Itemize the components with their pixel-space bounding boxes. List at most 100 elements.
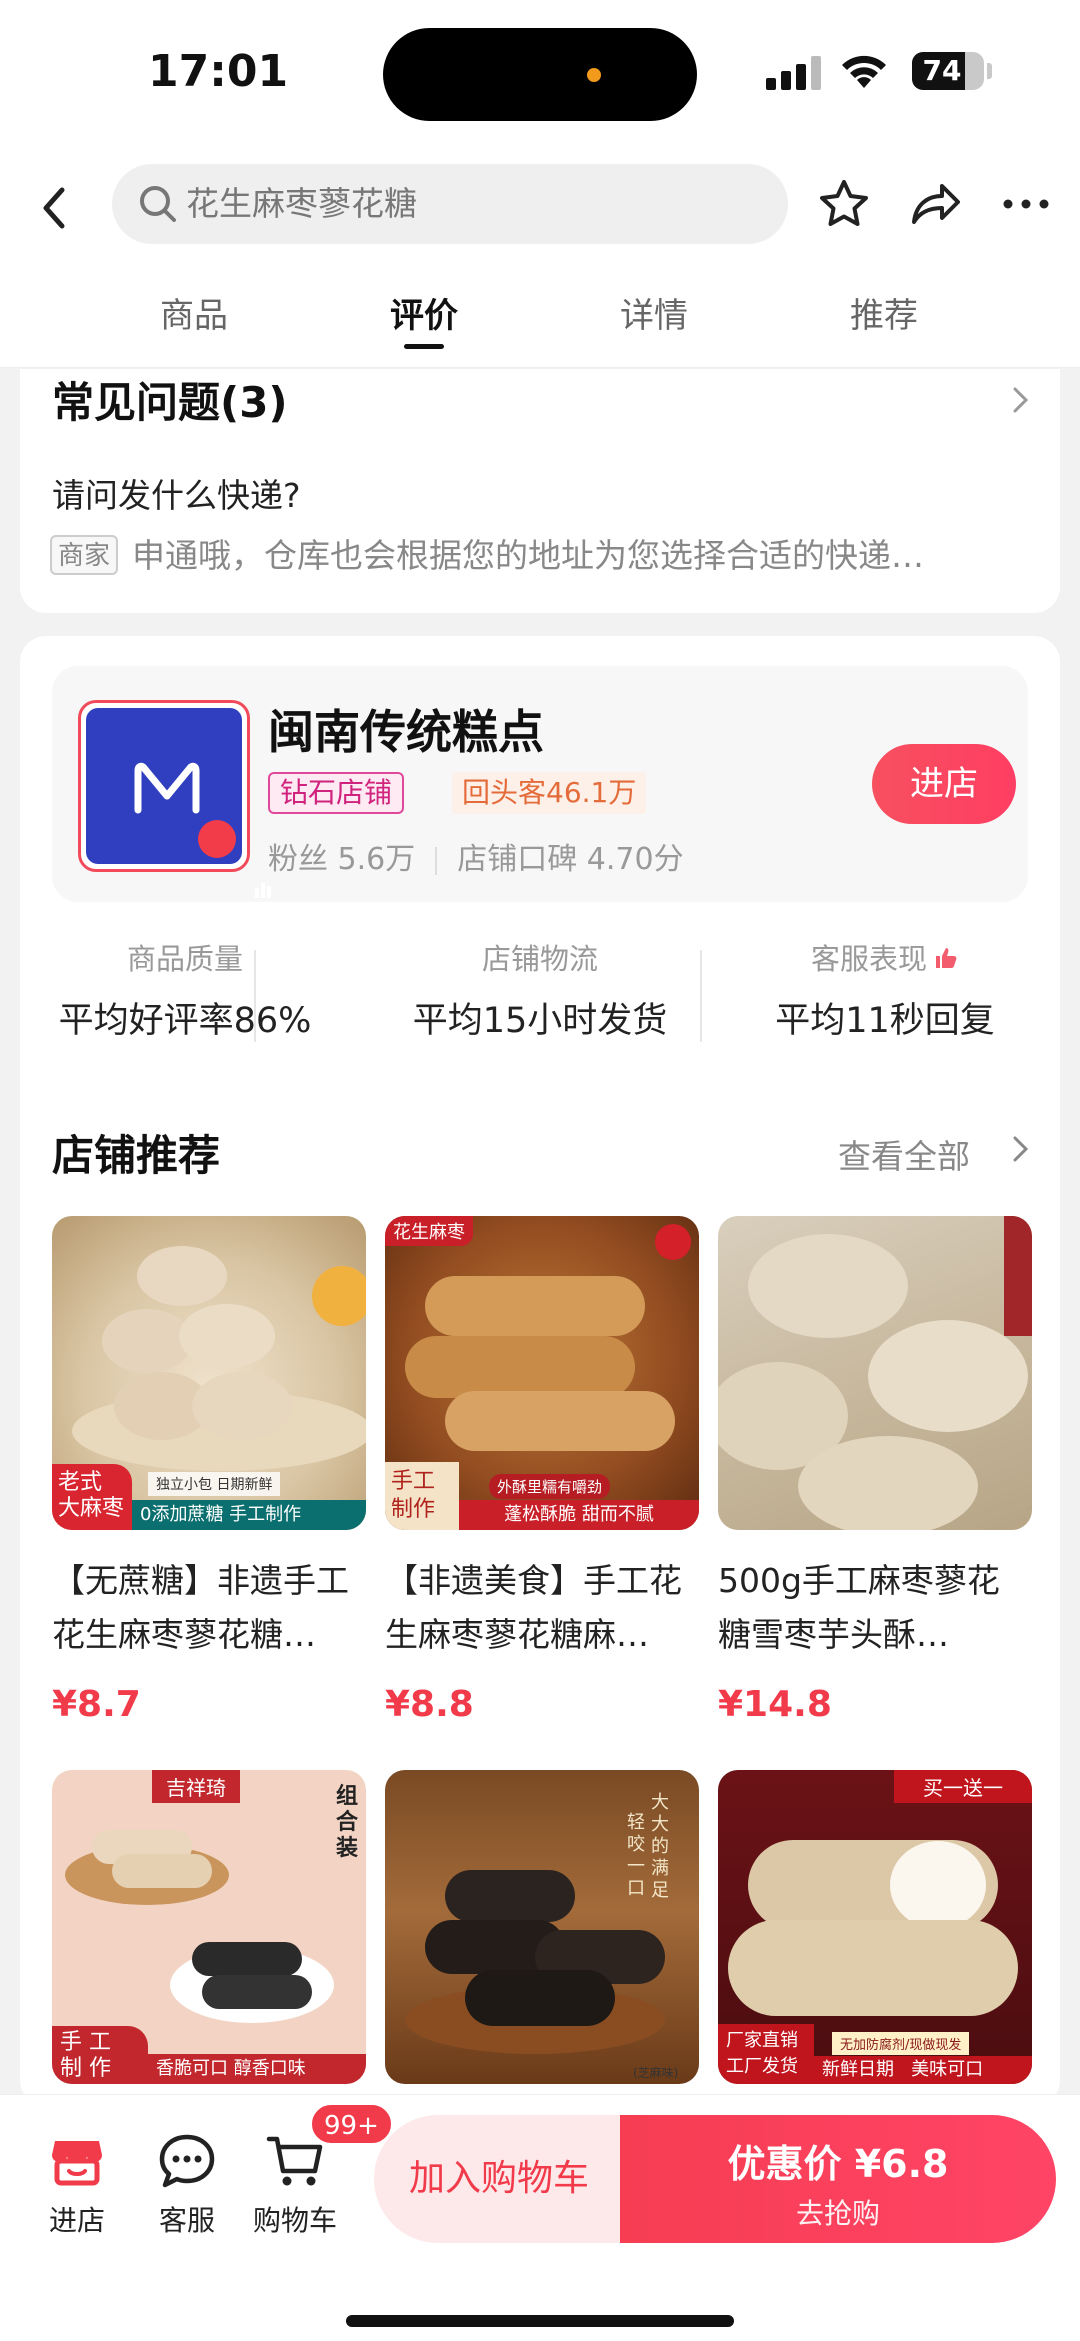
product-sticker: 组合装 xyxy=(336,1784,359,1861)
customer-service-button[interactable]: 客服 xyxy=(142,2131,232,2239)
shopping-cart-icon xyxy=(266,2136,323,2186)
stat-logistics: 店铺物流 平均15小时发货 xyxy=(375,936,705,1043)
store-logo[interactable] xyxy=(78,700,271,898)
battery-cap xyxy=(987,63,992,79)
chevron-right-icon xyxy=(1013,387,1029,413)
share-icon[interactable] xyxy=(906,176,962,232)
faq-question: 请问发什么快递? xyxy=(52,476,301,515)
diamond-store-badge: 钻石店铺 xyxy=(268,772,405,814)
recording-dot-icon xyxy=(587,68,601,82)
store-info[interactable]: 闽南传统糕点 钻石店铺 回头客46.1万 粉丝 5.6万 店铺口碑 4.70分 进… xyxy=(52,666,1028,902)
store-icon xyxy=(52,2141,102,2186)
shop-button[interactable]: 进店 xyxy=(32,2131,122,2239)
product-sticker: 花生麻枣 xyxy=(385,1216,473,1246)
stat-label: 客服表现 xyxy=(720,936,1050,978)
battery-icon: 74 xyxy=(912,52,984,90)
product-sticker: 独立小包 日期新鲜 xyxy=(148,1472,281,1496)
product-image: 老式 大麻枣 独立小包 日期新鲜 0添加蔗糖 手工制作 xyxy=(52,1216,366,1530)
store-recommend-title: 店铺推荐 xyxy=(52,1131,221,1180)
status-bar: 17:01 74 xyxy=(0,0,1080,150)
store-fans: 粉丝 5.6万 xyxy=(268,842,416,877)
product-header: 花生麻枣蓼花糖 商品 评价 详情 推荐 xyxy=(0,150,1080,368)
store-meta: 粉丝 5.6万 店铺口碑 4.70分 xyxy=(268,834,684,878)
more-options-icon[interactable] xyxy=(998,176,1054,232)
shop-label: 进店 xyxy=(48,2204,105,2237)
product-name: 【非遗美食】手工花生麻枣蓼花糖麻… xyxy=(385,1561,682,1654)
buy-now-button[interactable]: 优惠价 ¥6.8 去抢购 xyxy=(620,2115,1056,2243)
chat-bubble-icon xyxy=(159,2134,215,2188)
home-indicator xyxy=(346,2315,734,2327)
product-name: 500g手工麻枣蓼花糖雪枣芋头酥… xyxy=(718,1561,1000,1654)
product-sticker: 外酥里糯有嚼劲 xyxy=(489,1474,611,1499)
tab-recommend[interactable]: 推荐 xyxy=(784,288,984,337)
status-time: 17:01 xyxy=(148,46,289,97)
search-query: 花生麻枣蓼花糖 xyxy=(186,184,417,223)
faq-section[interactable]: 常见问题(3) 请问发什么快递? 商家 申通哦，仓库也会根据您的地址为您选择合适… xyxy=(20,369,1060,613)
chevron-right-icon xyxy=(1013,1136,1029,1162)
discount-price: 优惠价 ¥6.8 xyxy=(727,2142,949,2186)
stat-service: 客服表现 平均11秒回复 xyxy=(720,936,1050,1043)
search-icon xyxy=(140,186,176,222)
product-image: 买一送一 厂家直销 工厂发货 无加防腐剂/现做现发 新鲜日期 美味可口 xyxy=(718,1770,1032,2084)
bottom-action-bar: 进店 客服 购物车 99+ 加入购物车 优惠价 ¥6.8 去抢购 xyxy=(0,2094,1080,2341)
product-name: 【无蔗糖】非遗手工花生麻枣蓼花糖… xyxy=(52,1561,349,1654)
candy-illustration xyxy=(718,1216,1032,1530)
product-price: ¥14.8 xyxy=(718,1684,832,1725)
product-sticker: 手工 制作 xyxy=(385,1462,459,1530)
battery-level: 74 xyxy=(922,54,962,87)
stat-quality: 商品质量 平均好评率86% xyxy=(20,936,350,1043)
store-name: 闽南传统糕点 xyxy=(268,705,544,759)
product-sticker: 0添加蔗糖 手工制作 xyxy=(132,1500,366,1530)
stat-label: 店铺物流 xyxy=(481,942,598,976)
product-price: ¥8.7 xyxy=(52,1684,141,1725)
favorite-star-icon[interactable] xyxy=(816,176,872,232)
product-image: 大大的满足 轻咬一口 (芝麻味) xyxy=(385,1770,699,2084)
product-card[interactable]: 500g手工麻枣蓼花糖雪枣芋头酥… ¥14.8 xyxy=(718,1216,1032,1725)
stat-value: 平均11秒回复 xyxy=(775,1001,995,1041)
section-tabs: 商品 评价 详情 推荐 xyxy=(0,270,1080,368)
add-to-cart-button[interactable]: 加入购物车 xyxy=(374,2115,624,2243)
stat-divider xyxy=(254,950,256,1042)
store-logo-image xyxy=(86,708,271,898)
back-icon[interactable] xyxy=(30,178,80,238)
product-sticker: 香脆可口 醇香口味 xyxy=(148,2054,366,2084)
stat-value: 平均15小时发货 xyxy=(412,1001,668,1041)
store-card: 闽南传统糕点 钻石店铺 回头客46.1万 粉丝 5.6万 店铺口碑 4.70分 进… xyxy=(20,636,1060,2106)
dynamic-island xyxy=(383,28,697,121)
product-price: ¥8.8 xyxy=(385,1684,474,1725)
product-sticker: 手 工制 作 xyxy=(52,2026,148,2084)
product-sticker: 轻咬一口 xyxy=(627,1812,645,1899)
meta-divider xyxy=(435,846,438,875)
stat-label: 商品质量 xyxy=(126,942,243,976)
active-tab-indicator xyxy=(404,344,444,349)
service-label: 客服 xyxy=(158,2204,215,2237)
cart-label: 购物车 xyxy=(252,2204,337,2237)
enter-store-button[interactable]: 进店 xyxy=(872,744,1016,824)
store-stats: 商品质量 平均好评率86% 店铺物流 平均15小时发货 客服表现 平均11秒回复 xyxy=(20,936,1060,1056)
buy-now-label: 去抢购 xyxy=(795,2197,880,2230)
search-bar[interactable]: 花生麻枣蓼花糖 xyxy=(112,164,788,244)
product-sticker: 厂家直销 工厂发货 xyxy=(718,2024,814,2084)
cellular-signal-icon xyxy=(766,56,821,90)
cart-button[interactable]: 购物车 xyxy=(250,2131,340,2239)
product-card[interactable]: 老式 大麻枣 独立小包 日期新鲜 0添加蔗糖 手工制作 【无蔗糖】非遗手工花生麻枣… xyxy=(52,1216,366,1725)
wifi-icon xyxy=(842,55,886,88)
store-rating: 店铺口碑 4.70分 xyxy=(457,842,684,877)
faq-title: 常见问题(3) xyxy=(52,378,288,427)
product-sticker: 无加防腐剂/现做现发 xyxy=(832,2032,970,2055)
returning-customers-badge: 回头客46.1万 xyxy=(452,772,647,814)
product-sticker: 蓬松酥脆 甜而不腻 xyxy=(459,1500,699,1530)
live-badge-icon xyxy=(198,820,271,898)
faq-answer: 申通哦，仓库也会根据您的地址为您选择合适的快递… xyxy=(132,536,924,575)
product-sticker: 新鲜日期 美味可口 xyxy=(814,2056,1032,2084)
product-card[interactable]: 花生麻枣 手工 制作 外酥里糯有嚼劲 蓬松酥脆 甜而不腻 【非遗美食】手工花生麻枣… xyxy=(385,1216,699,1725)
tab-products[interactable]: 商品 xyxy=(94,288,294,337)
product-image: 吉祥琦 组合装 手 工制 作 香脆可口 醇香口味 xyxy=(52,1770,366,2084)
tab-reviews[interactable]: 评价 xyxy=(324,288,524,349)
see-all-link[interactable]: 查看全部 xyxy=(838,1130,970,1178)
product-sticker: 买一送一 xyxy=(894,1770,1032,1803)
stat-value: 平均好评率86% xyxy=(58,1001,312,1041)
tab-details[interactable]: 详情 xyxy=(554,288,754,337)
thumbs-up-icon xyxy=(936,948,957,968)
cart-count-badge: 99+ xyxy=(310,2103,393,2145)
